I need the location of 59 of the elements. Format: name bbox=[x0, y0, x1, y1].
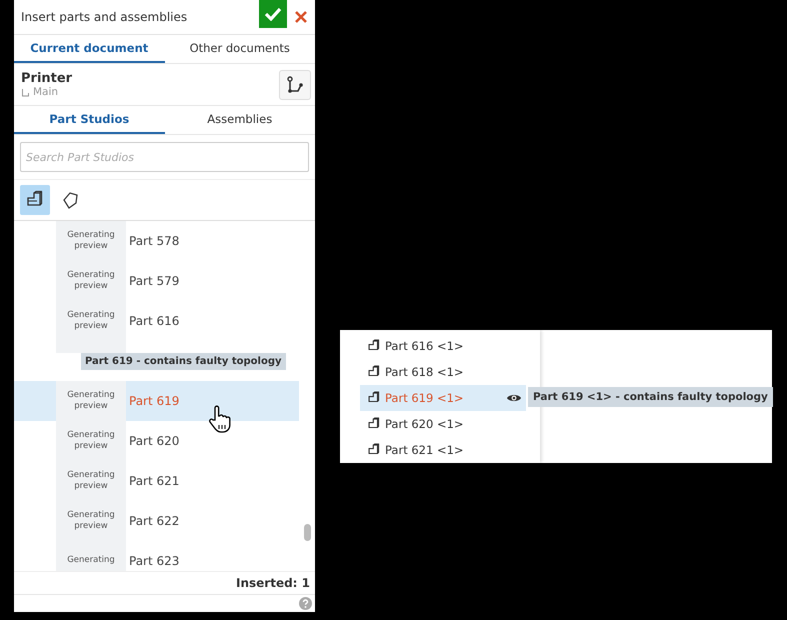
document-tab[interactable]: Other documents bbox=[164, 35, 315, 63]
part-name: Part 616 bbox=[129, 314, 180, 328]
preview-status: Generating preview bbox=[66, 390, 116, 412]
tooltip: Part 619 <1> - contains faulty topology bbox=[528, 387, 773, 407]
preview-status: Generating preview bbox=[66, 510, 116, 532]
solid-part-icon bbox=[367, 417, 381, 431]
solid-part-icon bbox=[367, 391, 381, 405]
part-row[interactable]: Generating Part 623 bbox=[14, 541, 299, 571]
part-row[interactable]: Generating preview Part 616 bbox=[14, 301, 299, 341]
type-tab[interactable]: Assemblies bbox=[164, 106, 315, 134]
eye-icon[interactable] bbox=[506, 393, 522, 403]
confirm-button[interactable] bbox=[259, 0, 287, 28]
part-name: Part 616 <1> bbox=[385, 339, 465, 353]
preview-status: Generating preview bbox=[66, 310, 116, 332]
part-name: Part 621 <1> bbox=[385, 443, 465, 457]
hand-cursor-icon bbox=[208, 405, 232, 433]
part-name: Part 620 <1> bbox=[385, 417, 465, 431]
part-name: Part 619 <1> bbox=[385, 391, 465, 405]
part-name: Part 622 bbox=[129, 514, 180, 528]
versions-button[interactable] bbox=[279, 70, 311, 100]
branch-name: Main bbox=[33, 86, 58, 98]
panel-title: Insert parts and assemblies bbox=[20, 10, 188, 24]
part-name: Part 623 bbox=[129, 554, 180, 568]
scrollbar-thumb[interactable] bbox=[304, 524, 311, 541]
close-icon bbox=[295, 11, 307, 23]
part-row[interactable]: Generating preview Part 619 bbox=[14, 381, 299, 421]
preview-status: Generating preview bbox=[66, 470, 116, 492]
solid-part-icon bbox=[367, 443, 381, 457]
document-name: Printer bbox=[21, 71, 74, 86]
part-name: Part 579 bbox=[129, 274, 180, 288]
preview-status: Generating bbox=[66, 555, 116, 567]
preview-status: Generating preview bbox=[66, 430, 116, 452]
part-row[interactable]: Part 620 <1> bbox=[360, 411, 526, 437]
branch-icon bbox=[286, 76, 304, 94]
part-name: Part 618 <1> bbox=[385, 365, 465, 379]
search-field[interactable]: Search Part Studios bbox=[20, 142, 309, 172]
type-tab[interactable]: Part Studios bbox=[14, 106, 164, 134]
check-icon bbox=[264, 7, 282, 21]
preview-status: Generating preview bbox=[66, 270, 116, 292]
tooltip: Part 619 - contains faulty topology bbox=[81, 353, 286, 370]
part-name: Part 621 bbox=[129, 474, 180, 488]
branch-icon bbox=[21, 88, 30, 96]
part-row[interactable]: Part 618 <1> bbox=[360, 359, 526, 385]
part-name: Part 620 bbox=[129, 434, 180, 448]
part-name: Part 578 bbox=[129, 234, 180, 248]
solid-part-icon bbox=[367, 365, 381, 379]
part-name: Part 619 bbox=[129, 394, 180, 408]
part-row[interactable]: Generating preview Part 622 bbox=[14, 501, 299, 541]
inserted-count: Inserted: 1 bbox=[236, 576, 310, 590]
preview-status: Generating preview bbox=[66, 230, 116, 252]
part-row[interactable]: Generating preview Part 621 bbox=[14, 461, 299, 501]
part-row[interactable]: Generating preview Part 620 bbox=[14, 421, 299, 461]
part-row[interactable]: Generating preview Part 578 bbox=[14, 221, 299, 261]
solid-part-icon bbox=[367, 339, 381, 353]
document-tab[interactable]: Current document bbox=[14, 35, 164, 63]
part-row[interactable]: Generating preview Part 579 bbox=[14, 261, 299, 301]
filter-button[interactable] bbox=[20, 185, 50, 215]
part-row[interactable]: Part 616 <1> bbox=[360, 333, 526, 359]
part-row[interactable]: Part 621 <1> bbox=[360, 437, 526, 463]
